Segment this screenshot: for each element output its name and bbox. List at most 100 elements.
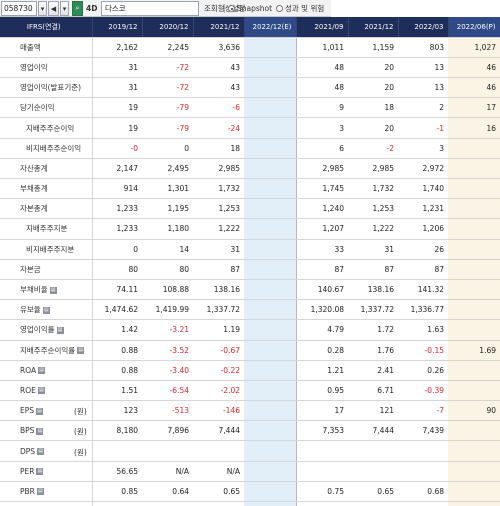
row-label-text: 자산총계 [20,163,48,173]
row-label-text: 비지배주주순이익 [26,143,82,153]
row-label-text: 유보율 [20,305,41,315]
info-icon[interactable]: ▤ [77,347,85,355]
table-cell: N/A [193,461,244,482]
table-row: PBR ▤ 0.85 0.64 0.65 0.75 0.65 0.68 [0,481,500,503]
info-icon[interactable]: ▤ [37,448,45,456]
row-label: 당기순이익 [0,97,92,119]
table-row: BPS ▤ (원) 8,180 7,896 7,444 7,353 7,444 7,439 [0,420,500,442]
column-header[interactable]: 2022/03 [398,17,449,38]
table-cell: 1,231 [398,198,448,220]
info-icon[interactable]: ▤ [37,387,45,395]
table-cell: 1,027 [448,37,500,58]
column-header[interactable]: 2021/12 [348,17,399,38]
table-cell: 15,400 [91,501,142,506]
radio-performance-label: 성과 및 위험 [285,4,325,13]
table-cell: 1,732 [193,178,244,200]
table-cell: -2.02 [193,380,244,402]
row-label: PER ▤ [0,461,92,482]
row-unit: (원) [74,427,87,437]
info-icon[interactable]: ▤ [56,326,64,334]
table-cell [448,218,500,240]
table-cell [448,481,500,503]
table-cell: -24 [193,117,244,139]
table-cell: 2,985 [348,158,398,180]
row-label: PBR ▤ [0,481,92,503]
table-cell [448,461,500,482]
table-row: ROA ▤ 0.88 -3.40 -0.22 1.21 2.41 0.26 [0,360,500,381]
row-label: ROE ▤ [0,380,92,402]
row-label-text: 매출액 [20,42,41,52]
table-cell [448,259,500,280]
table-cell [244,319,296,341]
table-cell: 31 [91,77,142,99]
table-cell [398,461,448,482]
table-row: 영업이익 31 -72 43 48 20 13 46 [0,57,500,79]
table-cell: 0 [91,239,142,260]
info-icon[interactable]: ▤ [36,407,44,415]
radio-performance[interactable]: 성과 및 위험 [276,1,324,16]
table-cell: 9 [295,97,348,119]
search-button[interactable]: ⌕ [72,1,83,16]
toolbar-divider [224,4,225,13]
table-cell: 87 [193,259,244,280]
column-header[interactable]: 2019/12 [92,17,143,38]
table-cell: -0.67 [193,340,244,361]
company-name-field[interactable]: 다스코 [101,1,199,16]
toolbar: 058730 ▾ ◀ ▾ ⌕ 4D 다스코 조회형성설정 Snapshot 성과… [0,0,500,17]
column-header[interactable]: 2020/12 [142,17,194,38]
table-cell [448,440,500,462]
speaker-dropdown-button[interactable]: ▾ [60,1,69,16]
column-header[interactable]: 2022/06(P) [448,17,500,38]
radio-snapshot[interactable]: Snapshot [228,1,272,16]
row-label: 비지배주주지분 [0,239,92,260]
table-cell [448,319,500,341]
info-icon[interactable]: ▤ [36,488,44,496]
table-cell: 43 [193,77,244,99]
table-cell [244,380,296,402]
table-cell: -0.22 [193,360,244,381]
table-cell: -513 [142,400,193,422]
row-label: 영업이익률 ▤ [0,319,92,341]
row-label-text: 비지배주주지분 [26,244,75,254]
stock-code-input[interactable]: 058730 [1,1,37,16]
table-cell: 1,419.99 [142,299,193,321]
table-row: 발행주식수15,40015,40016,87716,87716,87716,87… [0,501,500,506]
info-icon[interactable]: ▤ [49,286,57,294]
table-header-row: IFRS(연결) 2019/12 2020/12 2021/12 2022/12(E) 2… [0,17,500,38]
info-icon[interactable]: ▤ [36,468,44,476]
toolbar-blank [331,0,500,17]
row-label-text: 지배주주지분 [26,224,68,234]
table-cell: 2,162 [91,37,142,58]
table-row: PER ▤ 56.65 N/A N/A [0,461,500,482]
table-cell: 80 [91,259,142,280]
table-cell: 1,011 [295,37,348,58]
table-cell: 13 [398,57,448,79]
table-cell [244,481,296,503]
row-unit: (원) [74,407,87,417]
table-cell [244,198,296,220]
table-cell: 2.41 [348,360,398,381]
info-icon[interactable]: ▤ [38,367,46,375]
table-row: 지배주주순이익률 ▤ 0.88 -3.52 -0.67 0.28 1.76 -0.15 1.69 [0,340,500,361]
table-cell: -146 [193,400,244,422]
info-icon[interactable]: ▤ [36,427,44,435]
column-header[interactable]: 2021/12 [193,17,245,38]
column-header[interactable]: 2021/09 [296,17,349,38]
table-cell: 1.42 [91,319,142,341]
table-row: 자본총계 1,233 1,195 1,253 1,240 1,253 1,231 [0,198,500,220]
table-cell: 138.16 [193,279,244,301]
table-cell: 1,222 [348,218,398,240]
info-icon[interactable]: ▤ [42,306,50,314]
table-cell: 1,337.72 [193,299,244,321]
column-header[interactable]: 2022/12(E) [244,17,297,38]
table-cell: -79 [142,97,193,119]
code-dropdown-button[interactable]: ▾ [38,1,47,16]
table-cell: 87 [295,259,348,280]
table-cell [244,259,296,280]
speaker-button[interactable]: ◀ [48,1,59,16]
table-cell: 14 [142,239,193,260]
table-cell: 141.32 [398,279,448,301]
table-cell: 16,877 [398,501,448,506]
table-cell: 1,301 [142,178,193,200]
table-cell: -1 [398,117,448,139]
